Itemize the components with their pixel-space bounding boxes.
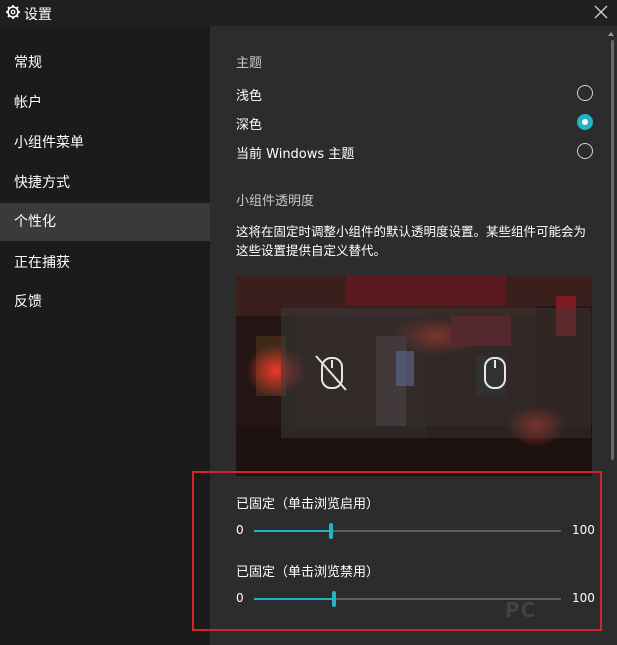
theme-option-windows[interactable]: 当前 Windows 主题 — [236, 142, 593, 164]
theme-option-label: 浅色 — [236, 89, 263, 104]
sidebar: 常规 帐户 小组件菜单 快捷方式 个性化 正在捕获 反馈 — [0, 26, 210, 645]
radio-button[interactable] — [577, 143, 593, 159]
radio-button[interactable] — [577, 114, 593, 130]
transparency-section-title: 小组件透明度 — [236, 194, 315, 209]
scroll-up-icon[interactable] — [608, 32, 614, 36]
gear-icon — [6, 5, 20, 19]
theme-option-label: 深色 — [236, 118, 263, 133]
sidebar-item-capturing[interactable]: 正在捕获 — [0, 244, 210, 282]
scrollbar[interactable] — [611, 40, 614, 460]
theme-option-label: 当前 Windows 主题 — [236, 147, 355, 162]
sidebar-item-feedback[interactable]: 反馈 — [0, 283, 210, 321]
sidebar-item-personalization[interactable]: 个性化 — [0, 203, 210, 241]
transparency-description: 这将在固定时调整小组件的默认透明度设置。某些组件可能会为这些设置提供自定义替代。 — [236, 224, 587, 258]
annotation-highlight-box — [192, 471, 602, 631]
theme-option-light[interactable]: 浅色 — [236, 84, 593, 106]
sidebar-item-general[interactable]: 常规 — [0, 44, 210, 82]
sidebar-item-shortcuts[interactable]: 快捷方式 — [0, 164, 210, 202]
watermark: PC — [505, 598, 537, 622]
title-bar: 设置 — [0, 0, 617, 26]
sidebar-item-account[interactable]: 帐户 — [0, 84, 210, 122]
theme-option-dark[interactable]: 深色 — [236, 113, 593, 135]
close-icon[interactable] — [593, 4, 609, 20]
sidebar-item-widget-menu[interactable]: 小组件菜单 — [0, 124, 210, 162]
window-title: 设置 — [24, 7, 52, 23]
theme-section-title: 主题 — [236, 56, 263, 71]
transparency-preview-image — [236, 276, 592, 476]
radio-button[interactable] — [577, 85, 593, 101]
